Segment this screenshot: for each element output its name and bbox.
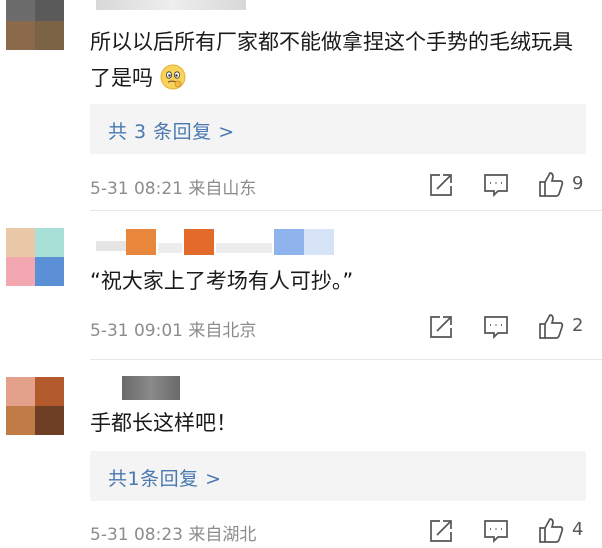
comment-text: 所以以后所有厂家都不能做拿捏这个手势的毛绒玩具了是吗: [90, 24, 590, 96]
timestamp: 5-31 09:01: [90, 321, 183, 341]
like-count: 2: [572, 315, 584, 336]
timestamp: 5-31 08:21: [90, 179, 183, 199]
username-redacted[interactable]: [122, 376, 180, 400]
comment-3: 手都长这样吧！ 共1条回复 > 5-31 08:23 来自湖北 4: [0, 360, 602, 547]
comment-icon[interactable]: [483, 518, 509, 544]
thinking-emoji-icon: [160, 64, 186, 90]
location: 来自北京: [188, 321, 257, 341]
avatar[interactable]: [6, 0, 64, 50]
username-redacted[interactable]: [96, 0, 246, 10]
comment-body: 手都长这样吧！: [90, 411, 237, 435]
like-icon[interactable]: [538, 516, 564, 543]
comment-meta: 5-31 08:21 来自山东: [90, 174, 256, 199]
timestamp: 5-31 08:23: [90, 525, 183, 545]
comment-meta: 5-31 08:23 来自湖北: [90, 520, 256, 545]
avatar[interactable]: [6, 228, 64, 286]
reply-box[interactable]: 共1条回复 >: [90, 451, 586, 501]
view-replies-link[interactable]: 共1条回复 >: [108, 464, 222, 491]
comment-2: “祝大家上了考场有人可抄。” 5-31 09:01 来自北京 2: [0, 211, 602, 361]
comment-text: “祝大家上了考场有人可抄。”: [90, 263, 590, 299]
like-count: 4: [572, 519, 584, 540]
comment-text: 手都长这样吧！: [90, 405, 590, 441]
location: 来自湖北: [188, 525, 257, 545]
comment-meta: 5-31 09:01 来自北京: [90, 316, 256, 341]
comment-1: 所以以后所有厂家都不能做拿捏这个手势的毛绒玩具了是吗 共 3 条回复 > 5-3…: [0, 0, 602, 210]
comment-icon[interactable]: [483, 172, 509, 198]
location: 来自山东: [188, 179, 257, 199]
share-icon[interactable]: [428, 518, 454, 544]
share-icon[interactable]: [428, 172, 454, 198]
comment-icon[interactable]: [483, 314, 509, 340]
username-redacted[interactable]: [96, 229, 336, 257]
avatar[interactable]: [6, 377, 64, 435]
reply-box[interactable]: 共 3 条回复 >: [90, 104, 586, 154]
like-count: 9: [572, 173, 584, 194]
comment-body: “祝大家上了考场有人可抄。”: [90, 269, 354, 293]
share-icon[interactable]: [428, 314, 454, 340]
like-icon[interactable]: [538, 312, 564, 339]
like-icon[interactable]: [538, 170, 564, 197]
view-replies-link[interactable]: 共 3 条回复 >: [108, 117, 235, 144]
